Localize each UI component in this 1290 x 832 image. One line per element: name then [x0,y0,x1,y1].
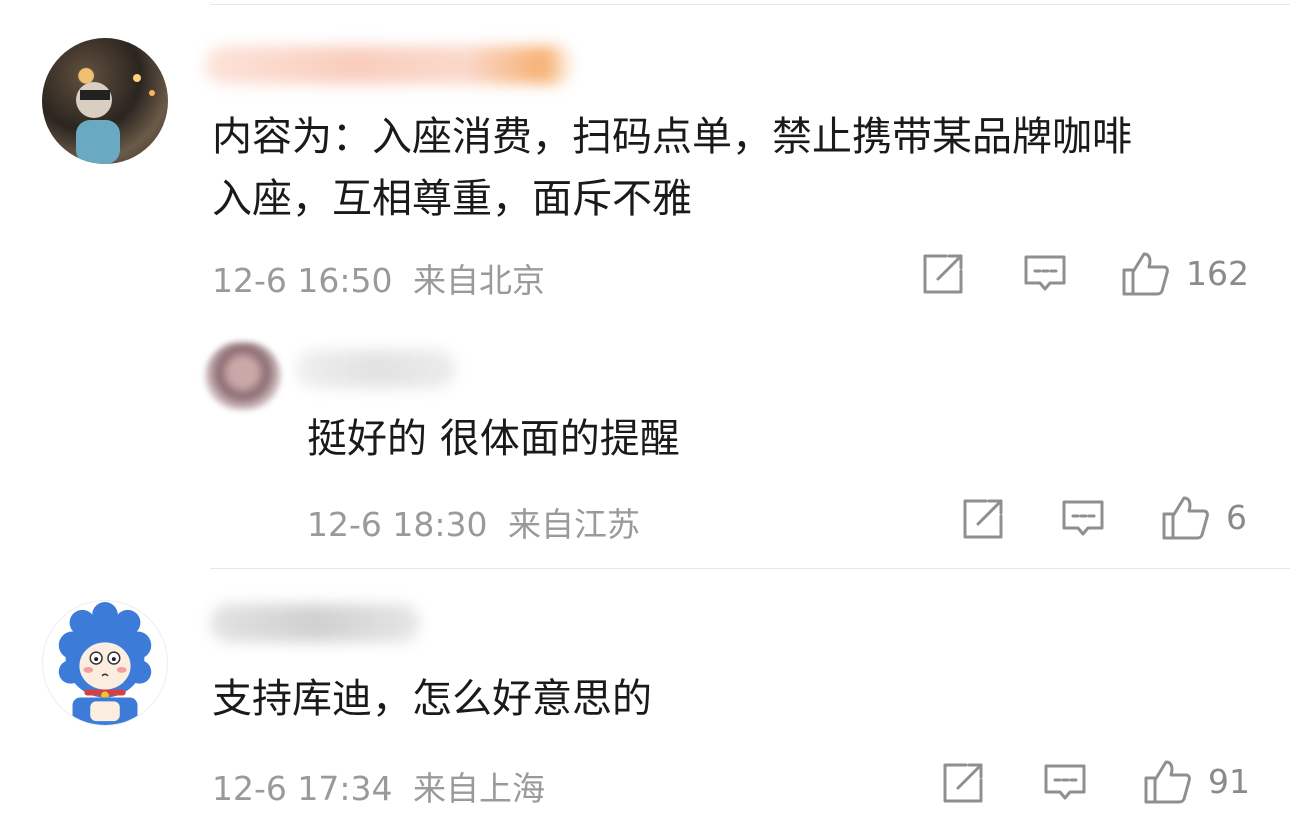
comment-icon[interactable] [1022,251,1068,297]
comment-location: 来自上海 [413,769,545,808]
reply-time: 12-6 18:30 [307,505,488,544]
share-icon[interactable] [940,760,986,806]
comment-time: 12-6 17:34 [212,769,393,808]
comment-text-line: 支持库迪，怎么好意思的 [212,676,652,722]
reply-text: 挺好的 很体面的提醒 [307,416,680,462]
share-icon[interactable] [920,251,966,297]
avatar[interactable] [42,600,168,726]
like-count: 91 [1208,762,1250,801]
username-blurred[interactable] [205,46,575,84]
like-count: 162 [1186,254,1249,293]
comment-text: 内容为：入座消费，扫码点单，禁止携带某品牌咖啡 入座，互相尊重，面斥不雅 [212,106,1132,230]
username-blurred[interactable] [210,604,420,642]
reply-location: 来自江苏 [508,505,640,544]
comment-meta: 12-6 17:34 来自上海 [212,762,545,810]
avatar[interactable] [205,342,281,410]
comment-divider [210,568,1290,569]
comment-location: 来自北京 [413,261,545,300]
comment-text: 支持库迪，怎么好意思的 [212,668,652,730]
comment-text-line: 入座，互相尊重，面斥不雅 [212,176,692,222]
thumbs-up-icon[interactable] [1120,250,1170,298]
comment-time: 12-6 16:50 [212,261,393,300]
username-blurred[interactable] [296,350,456,388]
thumbs-up-icon[interactable] [1142,758,1192,806]
reply-meta: 12-6 18:30 来自江苏 [307,498,640,546]
like-count: 6 [1226,498,1247,537]
thumbs-up-icon[interactable] [1160,494,1210,542]
top-divider [210,4,1290,5]
comment-meta: 12-6 16:50 来自北京 [212,254,545,302]
avatar[interactable] [42,38,168,164]
comment-icon[interactable] [1060,496,1106,542]
comment-icon[interactable] [1042,760,1088,806]
comment-text-line: 内容为：入座消费，扫码点单，禁止携带某品牌咖啡 [212,114,1132,160]
share-icon[interactable] [960,496,1006,542]
